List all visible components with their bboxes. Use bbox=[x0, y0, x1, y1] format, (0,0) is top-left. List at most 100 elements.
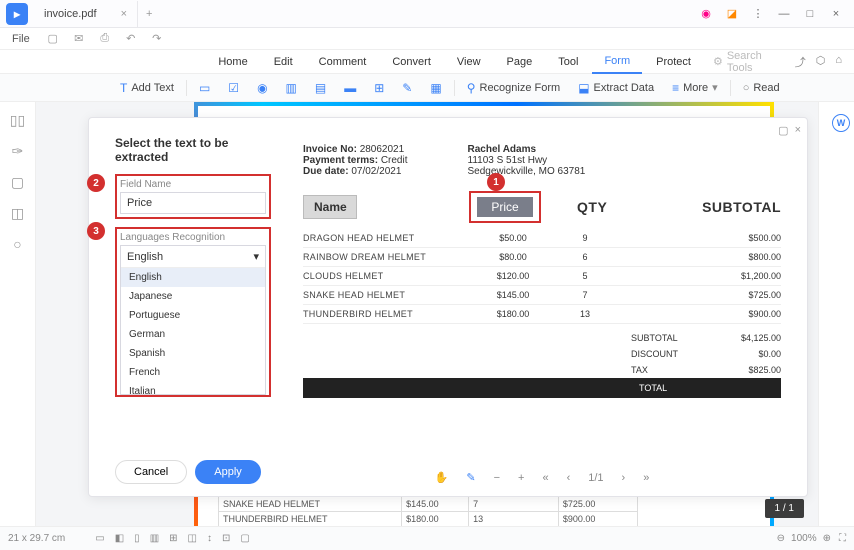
lang-option[interactable]: Portuguese bbox=[121, 306, 265, 325]
price-field-box[interactable]: Price bbox=[477, 197, 533, 217]
table-row: SNAKE HEAD HELMET$145.007$725.00 bbox=[303, 286, 781, 305]
column-headers: Name 1 Price QTY SUBTOTAL bbox=[303, 191, 781, 223]
lang-option[interactable]: German bbox=[121, 325, 265, 344]
document-tab[interactable]: invoice.pdf × bbox=[34, 1, 138, 27]
zoom-level[interactable]: 100% bbox=[791, 533, 817, 544]
sb-icon[interactable]: ▭ bbox=[95, 533, 104, 544]
text-icon: T bbox=[120, 81, 127, 95]
menu-home[interactable]: Home bbox=[206, 50, 259, 74]
lang-option[interactable]: French bbox=[121, 363, 265, 382]
next-page-icon[interactable]: › bbox=[618, 472, 630, 484]
menu-page[interactable]: Page bbox=[495, 50, 545, 74]
sb-icon[interactable]: ▥ bbox=[150, 533, 159, 544]
menu-form[interactable]: Form bbox=[592, 50, 642, 74]
redo-icon[interactable]: ↷ bbox=[148, 32, 166, 45]
attachment-icon[interactable]: ▢ bbox=[11, 174, 24, 191]
sb-icon[interactable]: ▢ bbox=[240, 533, 249, 544]
lang-option[interactable]: Italian bbox=[121, 382, 265, 395]
menu-edit[interactable]: Edit bbox=[262, 50, 305, 74]
document-viewport: SNAKE HEAD HELMET$145.007$725.00 THUNDER… bbox=[36, 102, 818, 550]
cloud-icon[interactable]: ◉ bbox=[696, 7, 716, 20]
languages-label: Languages Recognition bbox=[120, 232, 266, 243]
menu-protect[interactable]: Protect bbox=[644, 50, 703, 74]
checkbox-icon[interactable]: ☑ bbox=[222, 81, 245, 95]
zoom-in-icon[interactable]: + bbox=[514, 472, 528, 484]
fit-icon[interactable]: ⛶ bbox=[839, 533, 846, 544]
name-field-box[interactable]: Name bbox=[303, 195, 357, 219]
menu-tool[interactable]: Tool bbox=[546, 50, 590, 74]
menu-view[interactable]: View bbox=[445, 50, 493, 74]
kebab-menu-icon[interactable]: ⋮ bbox=[748, 7, 768, 20]
image-icon[interactable]: ⊞ bbox=[368, 81, 390, 95]
languages-dropdown[interactable]: English▾ English Japanese Portuguese Ger… bbox=[120, 245, 266, 395]
table-row: SNAKE HEAD HELMET$145.007$725.00 bbox=[219, 497, 638, 512]
sb-icon[interactable]: ◧ bbox=[115, 533, 124, 544]
extract-icon: ⬓ bbox=[578, 81, 589, 95]
field-name-input[interactable] bbox=[120, 192, 266, 214]
quick-access-row: File ▢ ✉ ⎙ ↶ ↷ bbox=[0, 28, 854, 50]
tab-add-button[interactable]: + bbox=[138, 8, 160, 20]
maximize-icon[interactable]: □ bbox=[800, 8, 820, 20]
note-icon[interactable]: ◪ bbox=[722, 7, 742, 20]
cancel-button[interactable]: Cancel bbox=[115, 460, 187, 484]
zoom-in-status-icon[interactable]: ⊕ bbox=[823, 533, 831, 544]
add-text-button[interactable]: TAdd Text bbox=[114, 81, 180, 95]
wand-icon: ⚲ bbox=[467, 81, 476, 95]
hand-tool-icon[interactable]: ✋ bbox=[431, 471, 453, 484]
page-dimensions: 21 x 29.7 cm bbox=[8, 533, 65, 544]
invoice-totals: SUBTOTAL$4,125.00 DISCOUNT$0.00 TAX$825.… bbox=[303, 330, 781, 398]
last-page-icon[interactable]: » bbox=[639, 472, 653, 484]
button-icon[interactable]: ▬ bbox=[338, 81, 362, 95]
print-icon[interactable]: ⎙ bbox=[96, 32, 114, 45]
word-export-icon[interactable]: W bbox=[832, 114, 850, 132]
extract-data-button[interactable]: ⬓Extract Data bbox=[572, 81, 660, 95]
sb-icon[interactable]: ↕ bbox=[207, 533, 212, 544]
menu-comment[interactable]: Comment bbox=[307, 50, 379, 74]
cloud2-icon[interactable]: ⬡ bbox=[816, 54, 826, 70]
more-button[interactable]: ≡More▾ bbox=[666, 81, 724, 95]
recognize-form-button[interactable]: ⚲Recognize Form bbox=[461, 81, 567, 95]
invoice-header: Invoice No: 28062021 Payment terms: Cred… bbox=[303, 144, 781, 177]
table-row: CLOUDS HELMET$120.005$1,200.00 bbox=[303, 267, 781, 286]
dropdown-icon[interactable]: ▥ bbox=[280, 81, 303, 95]
zoom-out-status-icon[interactable]: ⊖ bbox=[777, 533, 785, 544]
callout-1: 1 bbox=[487, 173, 505, 191]
sb-icon[interactable]: ◫ bbox=[188, 533, 197, 544]
lang-option[interactable]: English bbox=[121, 268, 265, 287]
close-window-icon[interactable]: × bbox=[826, 8, 846, 20]
listbox-icon[interactable]: ▤ bbox=[309, 81, 332, 95]
form-toolbar: TAdd Text ▭ ☑ ◉ ▥ ▤ ▬ ⊞ ✎ ▦ ⚲Recognize F… bbox=[0, 74, 854, 102]
zoom-out-icon[interactable]: − bbox=[490, 472, 504, 484]
edit-tool-icon[interactable]: ✎ bbox=[462, 471, 479, 484]
read-button[interactable]: ○Read bbox=[737, 82, 786, 94]
lang-option[interactable]: Japanese bbox=[121, 287, 265, 306]
search-panel-icon[interactable]: ○ bbox=[13, 236, 21, 252]
app-logo-icon: ▸ bbox=[6, 3, 28, 25]
languages-selected[interactable]: English▾ bbox=[121, 246, 265, 268]
sb-icon[interactable]: ⊡ bbox=[222, 533, 230, 544]
prev-page-icon[interactable]: ‹ bbox=[563, 472, 575, 484]
text-field-icon[interactable]: ▭ bbox=[193, 81, 216, 95]
date-icon[interactable]: ▦ bbox=[424, 81, 447, 95]
mail-icon[interactable]: ✉ bbox=[70, 32, 88, 45]
apply-button[interactable]: Apply bbox=[195, 460, 261, 484]
share-icon[interactable]: ⤴ bbox=[795, 54, 806, 70]
first-page-icon[interactable]: « bbox=[538, 472, 552, 484]
signature-icon[interactable]: ✎ bbox=[396, 81, 418, 95]
undo-icon[interactable]: ↶ bbox=[122, 32, 140, 45]
tab-close-icon[interactable]: × bbox=[121, 8, 127, 20]
field-name-label: Field Name bbox=[120, 179, 266, 190]
file-menu[interactable]: File bbox=[6, 33, 36, 45]
bookmark-icon[interactable]: ✑ bbox=[12, 143, 24, 160]
search-tools[interactable]: ⚙ Search Tools bbox=[705, 50, 793, 74]
radio-icon[interactable]: ◉ bbox=[251, 81, 273, 95]
sb-icon[interactable]: ▯ bbox=[134, 533, 140, 544]
lang-option[interactable]: Spanish bbox=[121, 344, 265, 363]
home-icon[interactable]: ⌂ bbox=[835, 54, 842, 70]
menu-convert[interactable]: Convert bbox=[380, 50, 443, 74]
save-icon[interactable]: ▢ bbox=[44, 32, 62, 45]
minimize-icon[interactable]: — bbox=[774, 8, 794, 20]
sb-icon[interactable]: ⊞ bbox=[169, 533, 177, 544]
thumbnails-icon[interactable]: ▯▯ bbox=[10, 112, 25, 129]
layers-icon[interactable]: ◫ bbox=[11, 205, 24, 222]
